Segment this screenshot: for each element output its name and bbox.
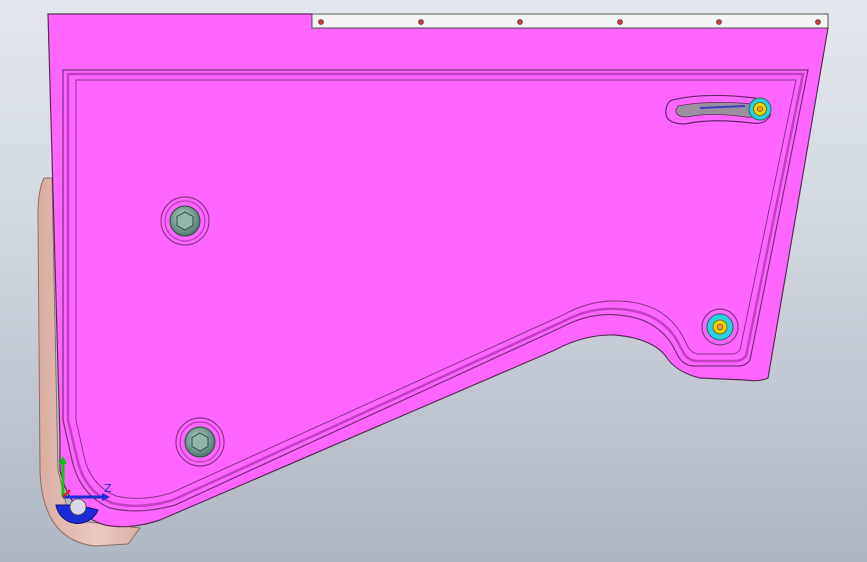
triad-z-label: Z <box>104 482 112 495</box>
top-mounting-strip[interactable] <box>311 13 829 29</box>
model-canvas[interactable]: Z <box>0 0 867 562</box>
slot-pin[interactable] <box>748 97 772 121</box>
3d-model-viewport[interactable]: Z <box>0 0 867 562</box>
bushing-right[interactable] <box>701 308 739 346</box>
main-plate-part[interactable] <box>47 13 829 528</box>
